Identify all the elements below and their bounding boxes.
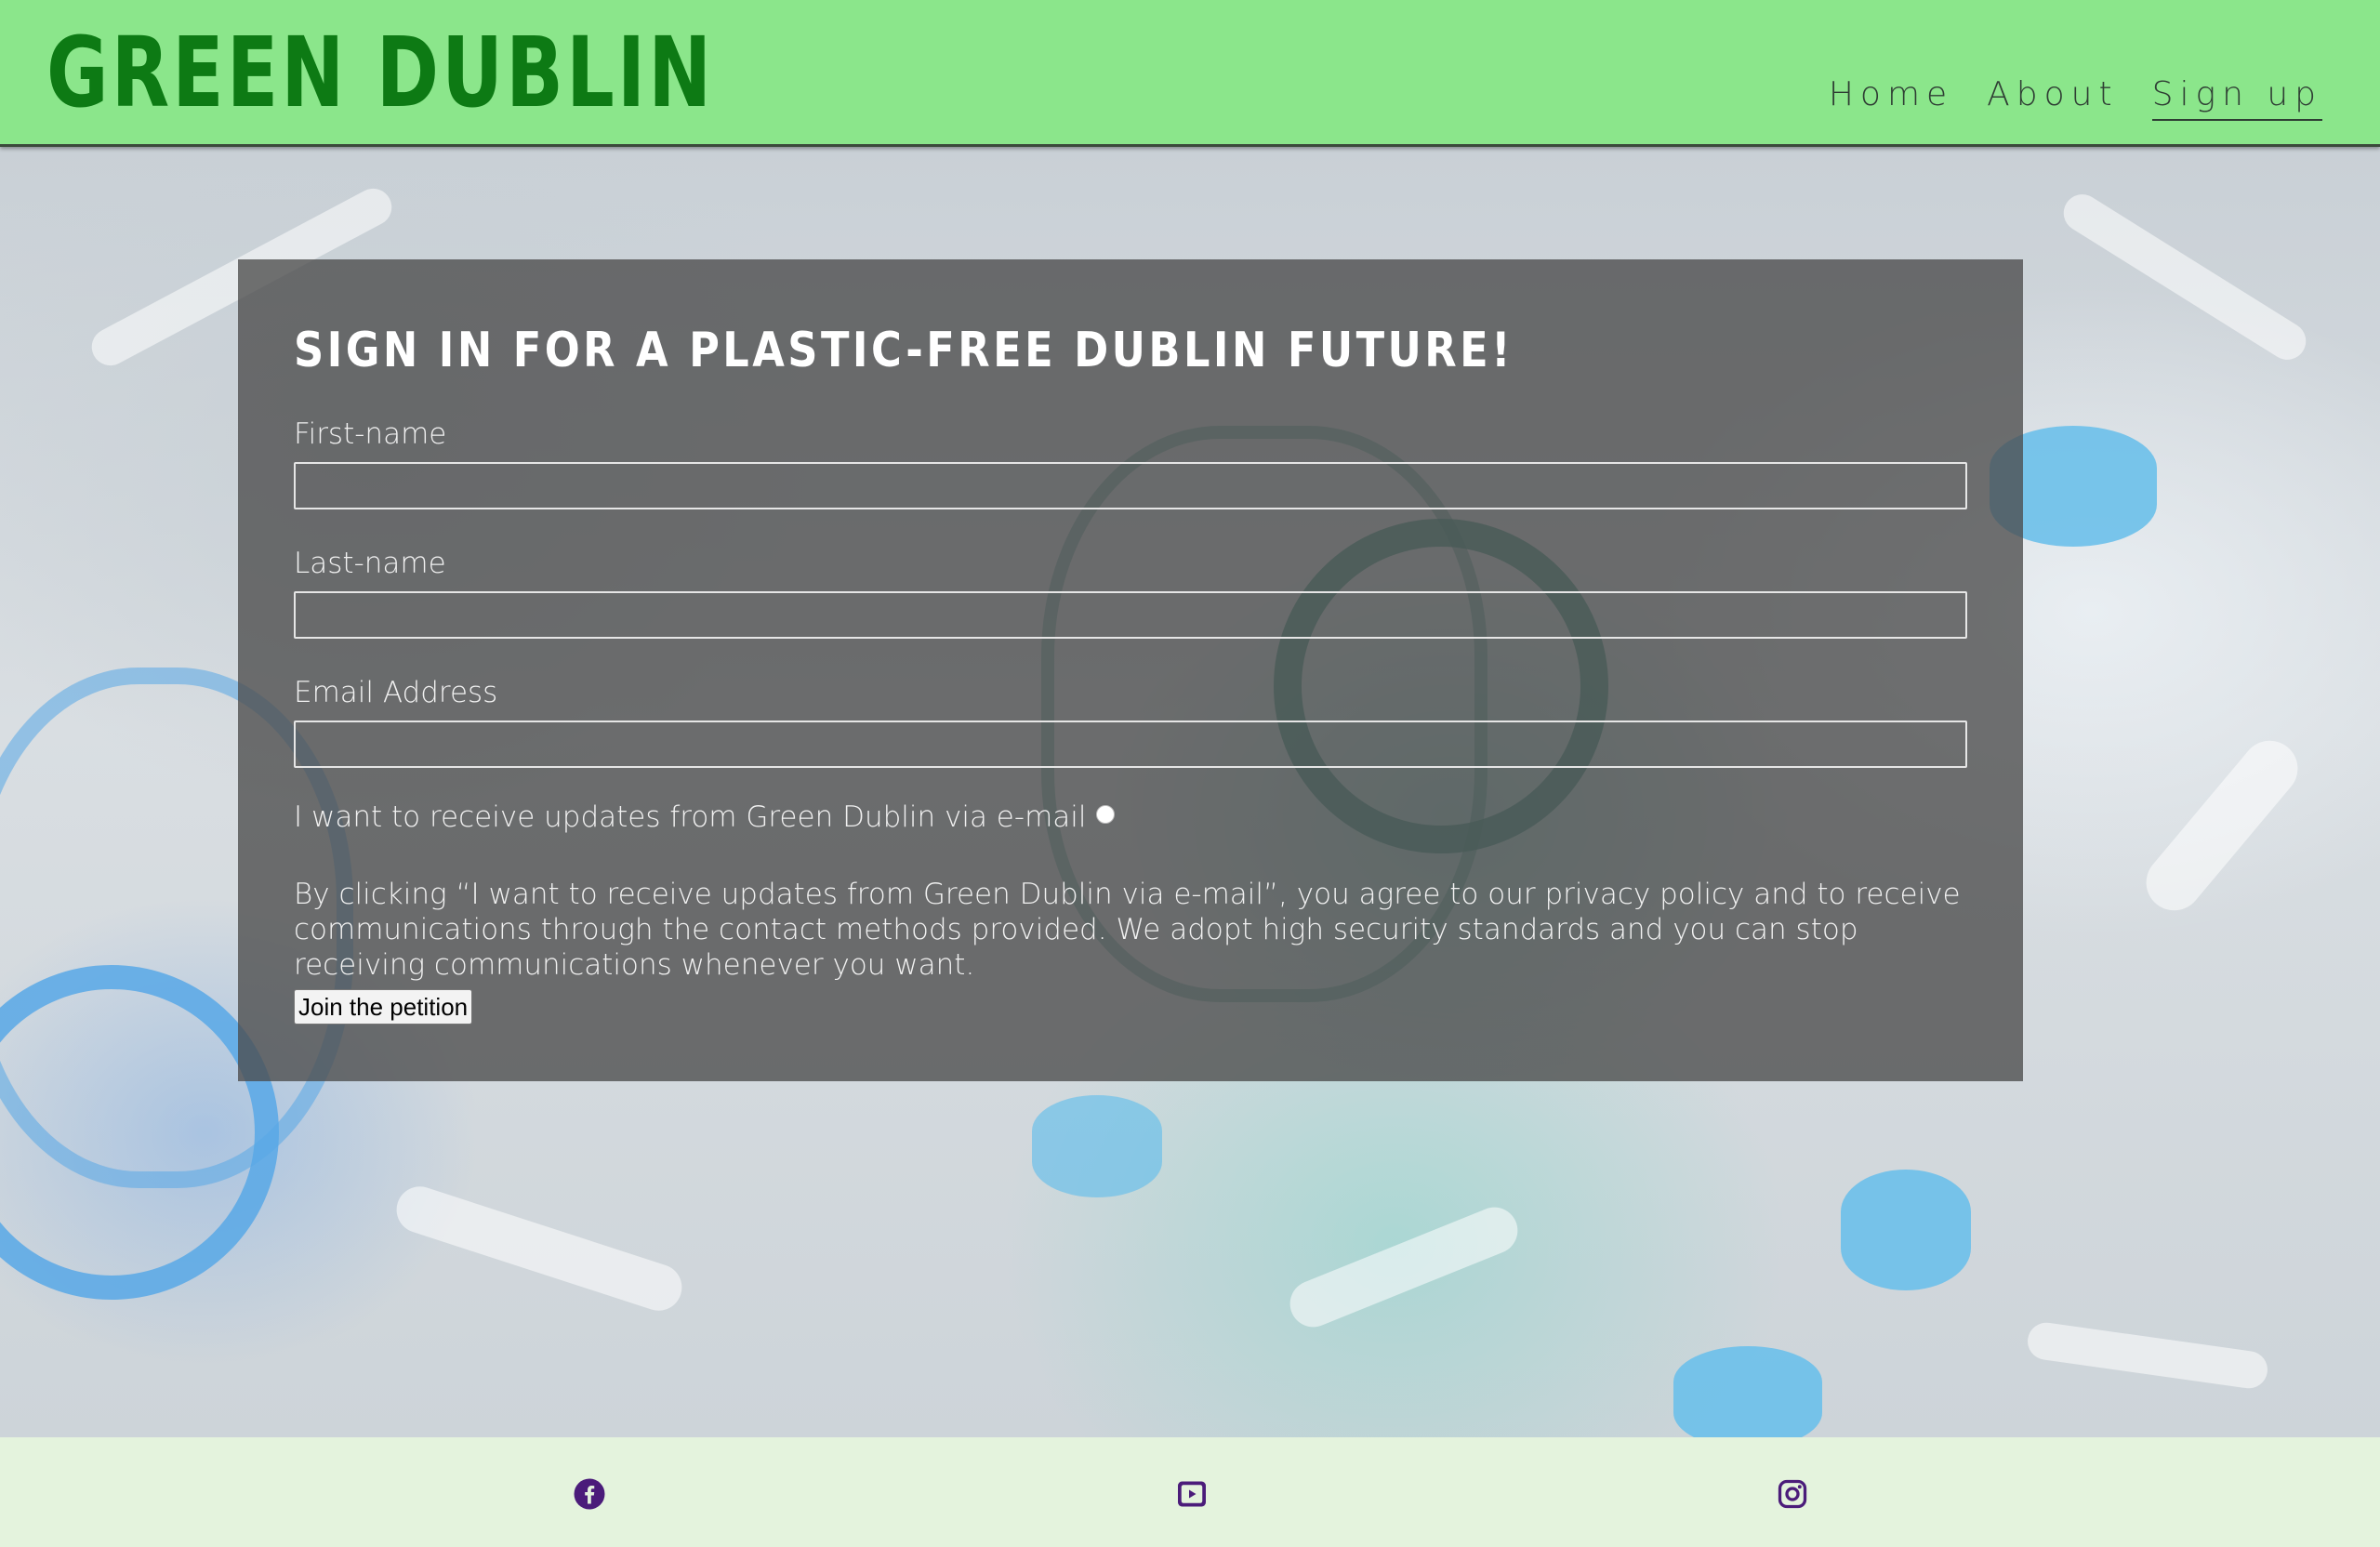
first-name-field[interactable] bbox=[294, 462, 1967, 509]
nav-signup-link[interactable]: Sign up bbox=[2151, 71, 2322, 121]
email-label: Email Address bbox=[294, 676, 498, 709]
consent-label: I want to receive updates from Green Dub… bbox=[294, 800, 1087, 834]
instagram-icon[interactable] bbox=[1776, 1477, 1809, 1511]
youtube-icon[interactable] bbox=[1175, 1477, 1209, 1511]
plastic-sheen-decoration bbox=[390, 1180, 688, 1317]
nav-home-link[interactable]: Home bbox=[1829, 71, 1953, 121]
site-header: GREEN DUBLIN Home About Sign up bbox=[0, 0, 2380, 147]
plastic-sheen-decoration bbox=[2056, 187, 2313, 367]
site-logo[interactable]: GREEN DUBLIN bbox=[46, 17, 714, 128]
nav-about-link[interactable]: About bbox=[1987, 71, 2118, 121]
bottle-cap-decoration bbox=[1032, 1095, 1162, 1197]
facebook-icon[interactable] bbox=[573, 1477, 606, 1511]
form-heading: SIGN IN FOR A PLASTIC-FREE DUBLIN FUTURE… bbox=[294, 323, 1514, 378]
bottle-cap-decoration bbox=[1673, 1346, 1822, 1437]
bottle-cap-decoration bbox=[1841, 1170, 1971, 1290]
signup-form-panel: SIGN IN FOR A PLASTIC-FREE DUBLIN FUTURE… bbox=[238, 259, 2023, 1081]
plastic-sheen-decoration bbox=[2025, 1320, 2270, 1391]
email-consent-row: I want to receive updates from Green Dub… bbox=[294, 800, 1115, 834]
consent-radio[interactable] bbox=[1095, 805, 1115, 824]
site-footer bbox=[0, 1437, 2380, 1547]
main-nav: Home About Sign up bbox=[1829, 71, 2322, 121]
join-petition-button[interactable]: Join the petition bbox=[294, 989, 473, 1025]
privacy-policy-text: By clicking “I want to receive updates f… bbox=[294, 878, 1961, 982]
last-name-label: Last-name bbox=[294, 547, 446, 580]
first-name-label: First-name bbox=[294, 417, 447, 451]
plastic-sheen-decoration bbox=[2135, 729, 2309, 922]
email-field[interactable] bbox=[294, 721, 1967, 768]
last-name-field[interactable] bbox=[294, 591, 1967, 639]
plastic-sheen-decoration bbox=[1283, 1200, 1525, 1334]
